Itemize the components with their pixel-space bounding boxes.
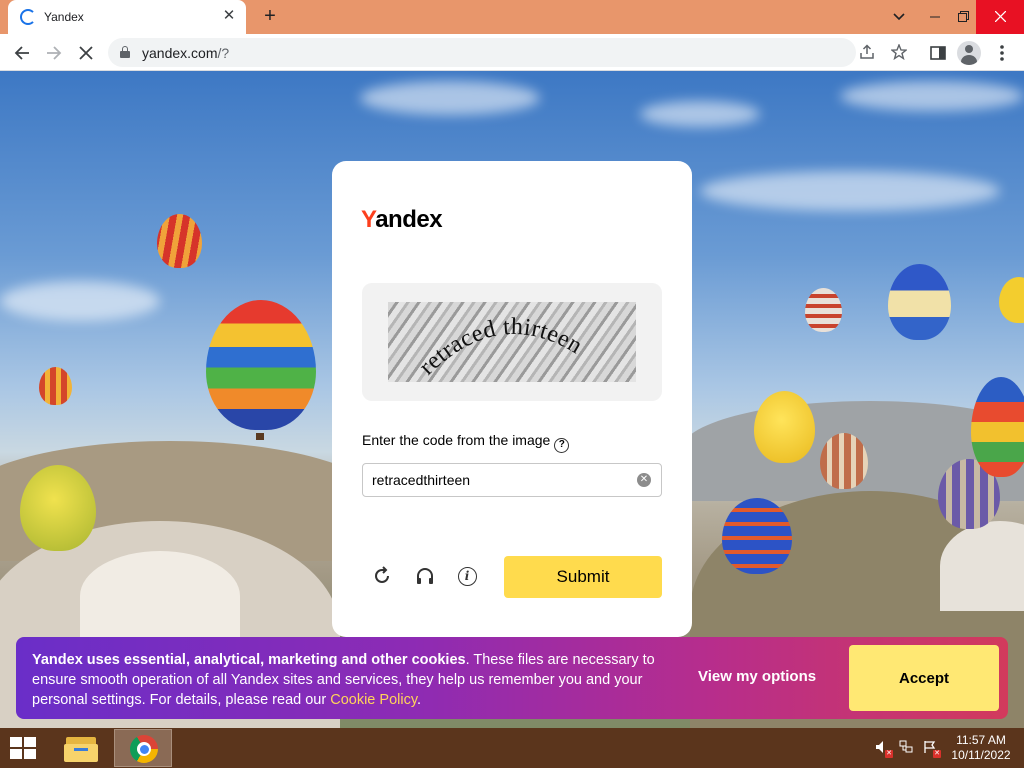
accept-cookies-button[interactable]: Accept <box>849 645 999 711</box>
clear-input-icon[interactable]: ✕ <box>637 473 651 487</box>
captcha-image: retraced thirteen <box>388 302 636 382</box>
cookie-policy-link[interactable]: Cookie Policy <box>330 692 417 708</box>
taskbar-chrome-button[interactable] <box>114 729 172 767</box>
tab-search-chevron-icon[interactable] <box>882 0 916 34</box>
submit-button[interactable]: Submit <box>504 556 662 598</box>
cookie-banner: Yandex uses essential, analytical, marke… <box>16 637 1008 719</box>
network-icon[interactable] <box>898 740 914 756</box>
tab-title: Yandex <box>44 10 84 24</box>
flag-notification-icon[interactable]: ✕ <box>922 740 941 758</box>
headphones-icon[interactable] <box>412 563 438 589</box>
clock-time: 11:57 AM <box>956 733 1006 747</box>
view-options-button[interactable]: View my options <box>698 668 816 685</box>
new-tab-button[interactable]: + <box>258 4 282 28</box>
window-close-icon[interactable] <box>976 0 1024 34</box>
tab-close-icon[interactable]: ✕ <box>218 5 240 27</box>
file-explorer-icon[interactable] <box>64 734 98 762</box>
help-icon[interactable]: ? <box>554 438 570 453</box>
loading-spinner-icon <box>20 9 36 25</box>
profile-icon[interactable] <box>957 41 981 65</box>
page-viewport: Yandex retraced thirteen Enter the code … <box>0 71 1024 728</box>
share-icon[interactable] <box>854 39 880 65</box>
refresh-icon[interactable] <box>369 563 395 589</box>
taskbar: ✕ ✕ 11:57 AM 10/11/2022 <box>0 728 1024 768</box>
info-icon[interactable]: i <box>454 563 480 589</box>
forward-icon[interactable] <box>41 40 67 66</box>
star-icon[interactable] <box>886 39 912 65</box>
stop-icon[interactable] <box>73 40 99 66</box>
back-icon[interactable] <box>9 40 35 66</box>
menu-icon[interactable] <box>989 40 1015 66</box>
captcha-card: Yandex retraced thirteen Enter the code … <box>332 161 692 637</box>
url-text[interactable]: yandex.com/? <box>142 45 229 61</box>
tab-yandex[interactable]: Yandex ✕ <box>8 0 246 34</box>
captcha-code-input[interactable] <box>362 463 662 497</box>
tab-strip: Yandex ✕ + <box>0 0 1024 34</box>
system-clock[interactable]: 11:57 AM 10/11/2022 <box>948 733 1014 763</box>
browser-toolbar: yandex.com/? <box>0 34 1024 71</box>
svg-text:retraced thirteen: retraced thirteen <box>414 314 587 380</box>
volume-muted-icon[interactable]: ✕ <box>874 740 893 758</box>
address-bar[interactable]: yandex.com/? <box>108 38 908 67</box>
captcha-text: retraced thirteen <box>414 314 586 380</box>
lock-icon[interactable] <box>120 46 130 58</box>
captcha-container: retraced thirteen <box>362 283 662 401</box>
yandex-logo[interactable]: Yandex <box>361 206 443 234</box>
captcha-prompt: Enter the code from the image? <box>362 432 570 453</box>
clock-date: 10/11/2022 <box>951 748 1011 762</box>
chrome-icon <box>130 735 158 763</box>
side-panel-icon[interactable] <box>925 40 951 66</box>
windows-start-icon[interactable] <box>10 737 36 760</box>
cookie-message: Yandex uses essential, analytical, marke… <box>32 652 655 708</box>
restore-icon[interactable] <box>946 0 980 34</box>
